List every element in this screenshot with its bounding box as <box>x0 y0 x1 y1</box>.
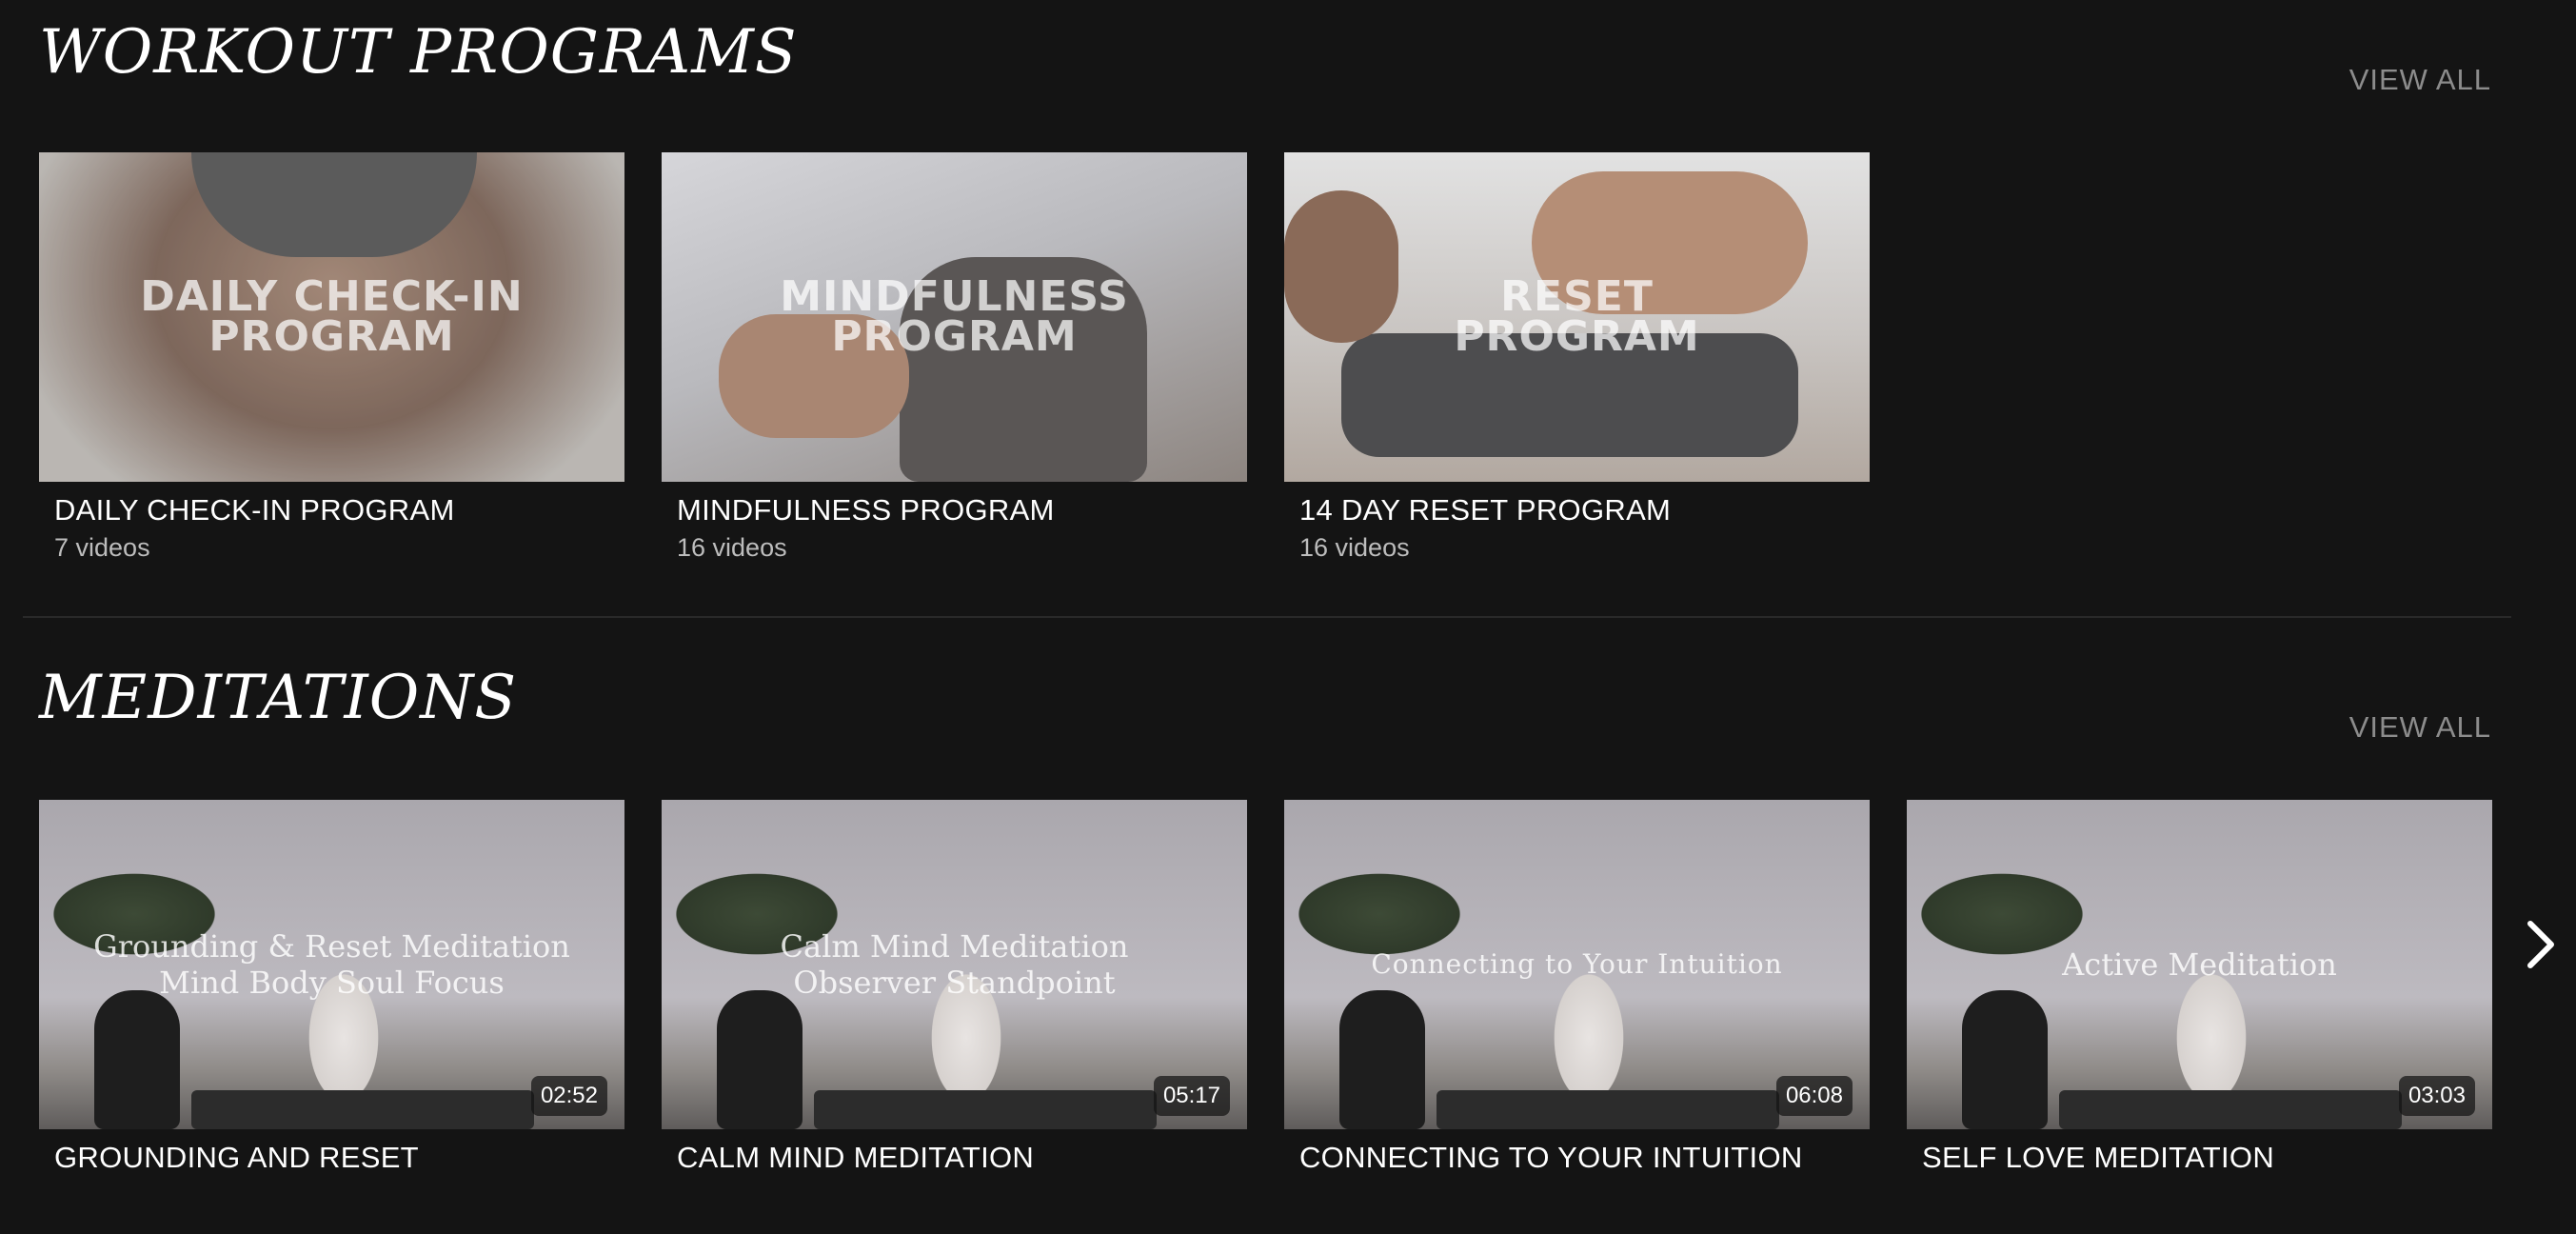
duration-badge: 05:17 <box>1153 1076 1230 1116</box>
meditation-overlay-text: Grounding & Reset Meditation Mind Body S… <box>93 928 570 1001</box>
meditation-title: CONNECTING TO YOUR INTUITION <box>1299 1141 1803 1174</box>
program-card-daily-check-in[interactable]: DAILY CHECK-IN PROGRAM DAILY CHECK-IN PR… <box>39 152 624 563</box>
workout-programs-section: WORKOUT PROGRAMS VIEW ALL DAILY CHECK-IN… <box>0 0 2576 618</box>
meditations-section: MEDITATIONS VIEW ALL Grounding & Reset M… <box>0 617 2576 1234</box>
section-title-meditations: MEDITATIONS <box>39 663 518 733</box>
meditation-thumbnail[interactable]: Active Meditation 03:03 <box>1907 800 2492 1129</box>
section-title-workout-programs: WORKOUT PROGRAMS <box>39 17 798 88</box>
program-video-count: 7 videos <box>54 533 150 562</box>
meditation-card-self-love[interactable]: Active Meditation 03:03 SELF LOVE MEDITA… <box>1907 800 2492 1175</box>
duration-badge: 02:52 <box>530 1076 607 1116</box>
duration-badge: 06:08 <box>1775 1076 1853 1116</box>
view-all-programs-link[interactable]: VIEW ALL <box>2349 63 2491 97</box>
meditation-title: CALM MIND MEDITATION <box>677 1141 1035 1174</box>
meditation-title: SELF LOVE MEDITATION <box>1922 1141 2275 1174</box>
program-overlay-text: RESET PROGRAM <box>1454 272 1700 361</box>
program-video-count: 16 videos <box>677 533 787 562</box>
meditation-title: GROUNDING AND RESET <box>54 1141 419 1174</box>
program-thumbnail[interactable]: DAILY CHECK-IN PROGRAM <box>39 152 624 482</box>
program-video-count: 16 videos <box>1299 533 1410 562</box>
chevron-right-icon[interactable] <box>2523 916 2561 973</box>
meditation-thumbnail[interactable]: Connecting to Your Intuition 06:08 <box>1284 800 1870 1129</box>
view-all-meditations-link[interactable]: VIEW ALL <box>2349 710 2491 745</box>
meditation-card-intuition[interactable]: Connecting to Your Intuition 06:08 CONNE… <box>1284 800 1870 1175</box>
meditation-thumbnail[interactable]: Calm Mind Meditation Observer Standpoint… <box>662 800 1247 1129</box>
meditation-overlay-text: Active Meditation <box>2062 946 2337 983</box>
meditation-card-grounding[interactable]: Grounding & Reset Meditation Mind Body S… <box>39 800 624 1175</box>
meditation-overlay-text: Calm Mind Meditation Observer Standpoint <box>780 928 1129 1001</box>
program-card-reset[interactable]: RESET PROGRAM 14 DAY RESET PROGRAM 16 vi… <box>1284 152 1870 563</box>
program-title: MINDFULNESS PROGRAM <box>677 493 1055 527</box>
program-thumbnail[interactable]: RESET PROGRAM <box>1284 152 1870 482</box>
program-card-mindfulness[interactable]: MINDFULNESS PROGRAM MINDFULNESS PROGRAM … <box>662 152 1247 563</box>
meditation-thumbnail[interactable]: Grounding & Reset Meditation Mind Body S… <box>39 800 624 1129</box>
program-thumbnail[interactable]: MINDFULNESS PROGRAM <box>662 152 1247 482</box>
duration-badge: 03:03 <box>2398 1076 2475 1116</box>
program-title: DAILY CHECK-IN PROGRAM <box>54 493 455 527</box>
meditation-overlay-text: Connecting to Your Intuition <box>1371 948 1783 980</box>
meditation-card-calm-mind[interactable]: Calm Mind Meditation Observer Standpoint… <box>662 800 1247 1175</box>
program-overlay-text: DAILY CHECK-IN PROGRAM <box>140 272 524 361</box>
program-title: 14 DAY RESET PROGRAM <box>1299 493 1672 527</box>
program-overlay-text: MINDFULNESS PROGRAM <box>780 272 1129 361</box>
